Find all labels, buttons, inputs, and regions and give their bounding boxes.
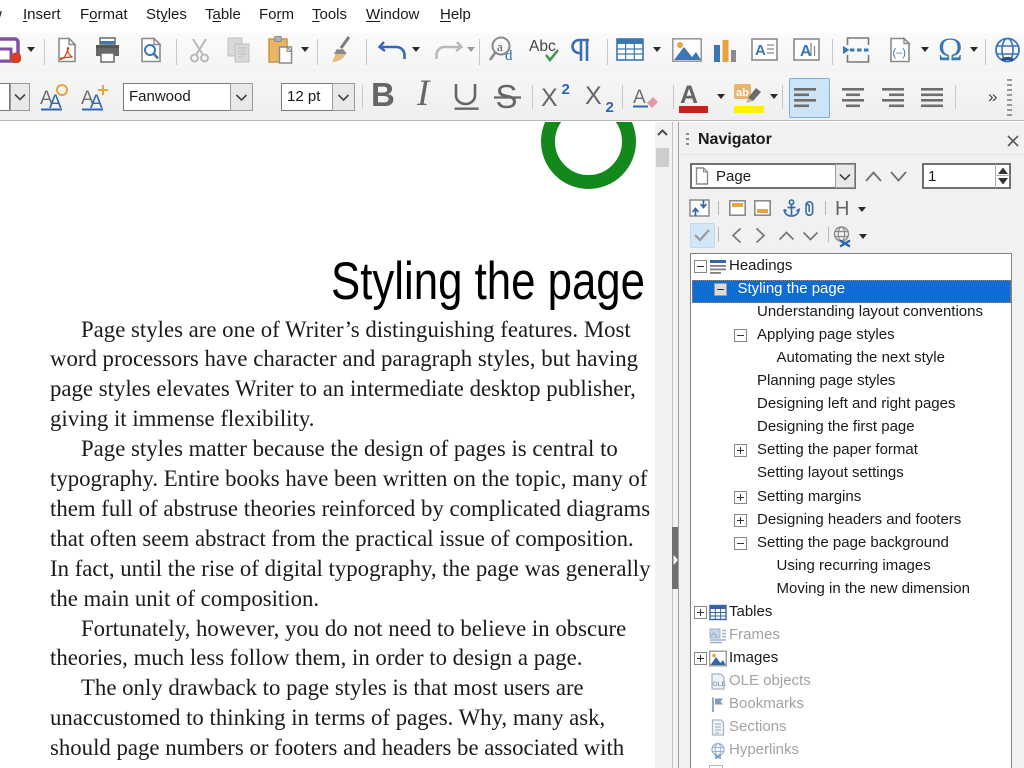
svg-text:2: 2 — [562, 81, 570, 98]
svg-text:A: A — [755, 42, 766, 59]
svg-text:a: a — [497, 39, 503, 54]
svg-text:A: A — [800, 43, 812, 60]
svg-text:(–): (–) — [893, 47, 906, 59]
svg-text:ab: ab — [736, 87, 749, 99]
svg-text:X: X — [585, 82, 602, 110]
svg-text:A: A — [680, 82, 698, 109]
svg-text:Ω: Ω — [938, 35, 963, 63]
svg-text:A: A — [633, 87, 646, 108]
svg-text:d: d — [505, 48, 513, 64]
svg-text:2: 2 — [606, 99, 614, 113]
svg-text:A: A — [90, 92, 103, 111]
svg-text:OLE: OLE — [713, 681, 727, 688]
svg-text:Abc: Abc — [529, 38, 556, 55]
svg-text:X: X — [541, 84, 558, 111]
